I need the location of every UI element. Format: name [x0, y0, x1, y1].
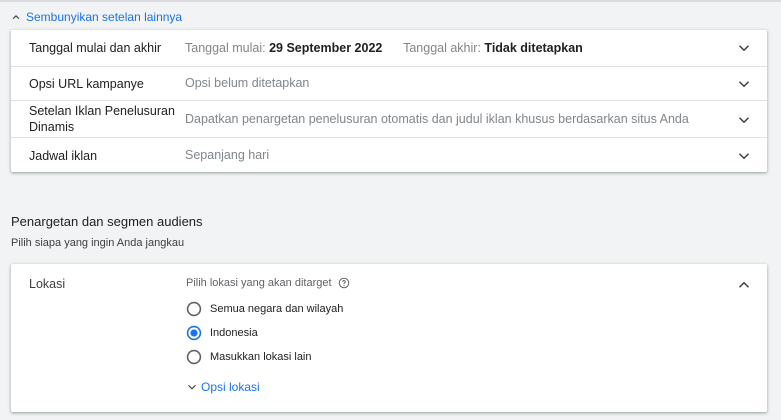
chevron-up-icon[interactable]: [735, 276, 753, 294]
top-divider: [0, 0, 781, 2]
campaign-settings-card: Tanggal mulai dan akhir Tanggal mulai: 2…: [11, 30, 767, 172]
hide-more-settings-link[interactable]: Sembunyikan setelan lainnya: [9, 9, 182, 25]
radio-label: Indonesia: [210, 327, 258, 339]
radio-checked-icon[interactable]: [186, 325, 202, 341]
row-label: Opsi URL kampanye: [29, 77, 144, 91]
row-value: Tanggal mulai: 29 September 2022 Tanggal…: [185, 41, 583, 55]
location-options-label: Opsi lokasi: [201, 380, 260, 394]
chevron-down-icon: [738, 81, 750, 88]
end-date-value: Tidak ditetapkan: [484, 41, 583, 55]
radio-label: Masukkan lokasi lain: [210, 351, 312, 363]
location-label: Lokasi: [29, 277, 66, 291]
chevron-up-icon: [12, 15, 20, 20]
row-label: Jadwal iklan: [29, 149, 98, 163]
settings-row-dynamic-search-ads[interactable]: Setelan Iklan Penelusuran Dinamis Dapatk…: [11, 101, 767, 137]
chevron-down-icon: [188, 384, 196, 390]
audience-section-subtitle: Pilih siapa yang ingin Anda jangkau: [11, 237, 185, 249]
row-label: Setelan Iklan Penelusuran Dinamis: [29, 104, 175, 134]
row-value: Dapatkan penargetan penelusuran otomatis…: [185, 112, 689, 126]
location-prompt-text: Pilih lokasi yang akan ditarget: [186, 277, 332, 289]
chevron-down-icon: [738, 45, 750, 52]
row-value: Opsi belum ditetapkan: [185, 76, 310, 90]
row-label: Tanggal mulai dan akhir: [29, 41, 162, 55]
settings-row-url-options[interactable]: Opsi URL kampanye Opsi belum ditetapkan: [11, 67, 767, 100]
end-date-key: Tanggal akhir:: [403, 41, 481, 55]
radio-unchecked-icon[interactable]: [186, 301, 202, 317]
radio-indonesia[interactable]: Indonesia: [186, 325, 258, 341]
radio-other-location[interactable]: Masukkan lokasi lain: [186, 349, 312, 365]
settings-row-ad-schedule[interactable]: Jadwal iklan Sepanjang hari: [11, 138, 767, 172]
row-value: Sepanjang hari: [185, 148, 270, 162]
location-prompt: Pilih lokasi yang akan ditarget: [186, 277, 350, 289]
radio-all-countries[interactable]: Semua negara dan wilayah: [186, 301, 343, 317]
settings-row-dates[interactable]: Tanggal mulai dan akhir Tanggal mulai: 2…: [11, 30, 767, 66]
chevron-down-icon: [738, 117, 750, 124]
chevron-down-icon: [738, 153, 750, 160]
audience-section-title: Penargetan dan segmen audiens: [11, 214, 203, 229]
help-icon[interactable]: [338, 277, 350, 289]
location-options-link[interactable]: Opsi lokasi: [185, 380, 260, 394]
hide-more-settings-label: Sembunyikan setelan lainnya: [26, 10, 183, 24]
radio-label: Semua negara dan wilayah: [210, 303, 344, 315]
radio-unchecked-icon[interactable]: [186, 349, 202, 365]
location-card: Lokasi Pilih lokasi yang akan ditarget S…: [11, 264, 767, 412]
start-date-value: 29 September 2022: [269, 41, 383, 55]
start-date-key: Tanggal mulai:: [185, 41, 266, 55]
